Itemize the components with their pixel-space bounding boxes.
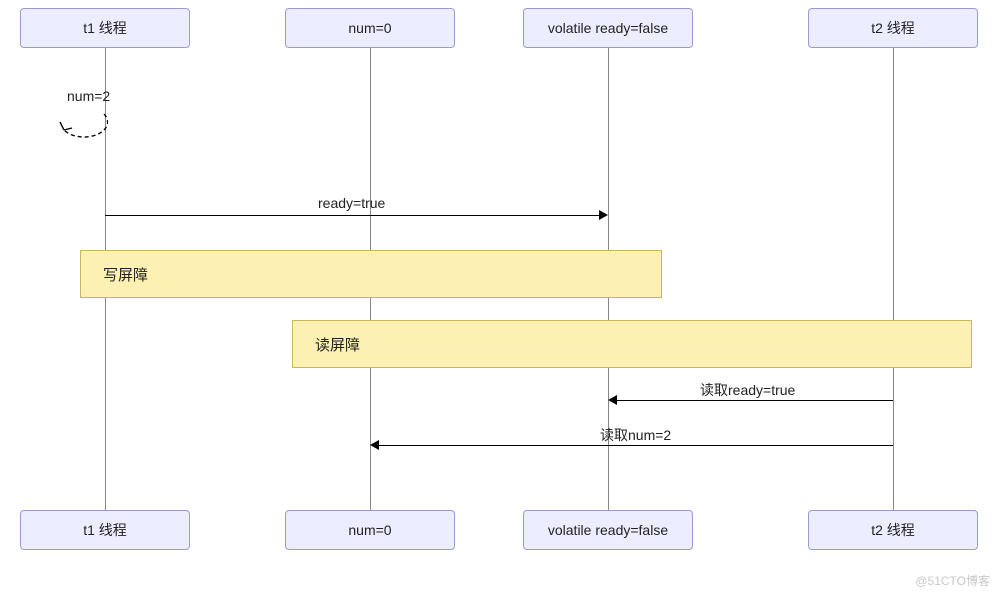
msg-read-ready-arrow-icon — [608, 395, 617, 405]
participant-t1-top: t1 线程 — [20, 8, 190, 48]
msg-read-num-label: 读取num=2 — [600, 425, 671, 445]
msg-ready-true-label: ready=true — [318, 195, 385, 211]
msg-read-ready-label: 读取ready=true — [700, 380, 795, 400]
participant-label: volatile ready=false — [548, 20, 668, 36]
participant-label: volatile ready=false — [548, 522, 668, 538]
msg-read-ready-line — [617, 400, 893, 401]
msg-ready-true-arrow-icon — [599, 210, 608, 220]
participant-num-top: num=0 — [285, 8, 455, 48]
msg-read-num-arrow-icon — [370, 440, 379, 450]
participant-t1-bottom: t1 线程 — [20, 510, 190, 550]
participant-label: t2 线程 — [871, 18, 915, 38]
participant-label: t1 线程 — [83, 520, 127, 540]
participant-label: t1 线程 — [83, 18, 127, 38]
participant-label: num=0 — [348, 522, 391, 538]
participant-num-bottom: num=0 — [285, 510, 455, 550]
note-read-barrier: 读屏障 — [292, 320, 972, 368]
lifeline-t2 — [893, 48, 894, 510]
participant-t2-bottom: t2 线程 — [808, 510, 978, 550]
participant-ready-top: volatile ready=false — [523, 8, 693, 48]
participant-label: t2 线程 — [871, 520, 915, 540]
participant-ready-bottom: volatile ready=false — [523, 510, 693, 550]
participant-t2-top: t2 线程 — [808, 8, 978, 48]
msg-read-num-line — [379, 445, 893, 446]
note-write-barrier: 写屏障 — [80, 250, 662, 298]
note-label: 读屏障 — [315, 334, 360, 355]
msg-ready-true-line — [105, 215, 599, 216]
watermark: @51CTO博客 — [915, 572, 990, 589]
participant-label: num=0 — [348, 20, 391, 36]
self-message-label: num=2 — [67, 88, 110, 104]
note-label: 写屏障 — [103, 264, 148, 285]
self-loop-icon — [58, 110, 100, 138]
